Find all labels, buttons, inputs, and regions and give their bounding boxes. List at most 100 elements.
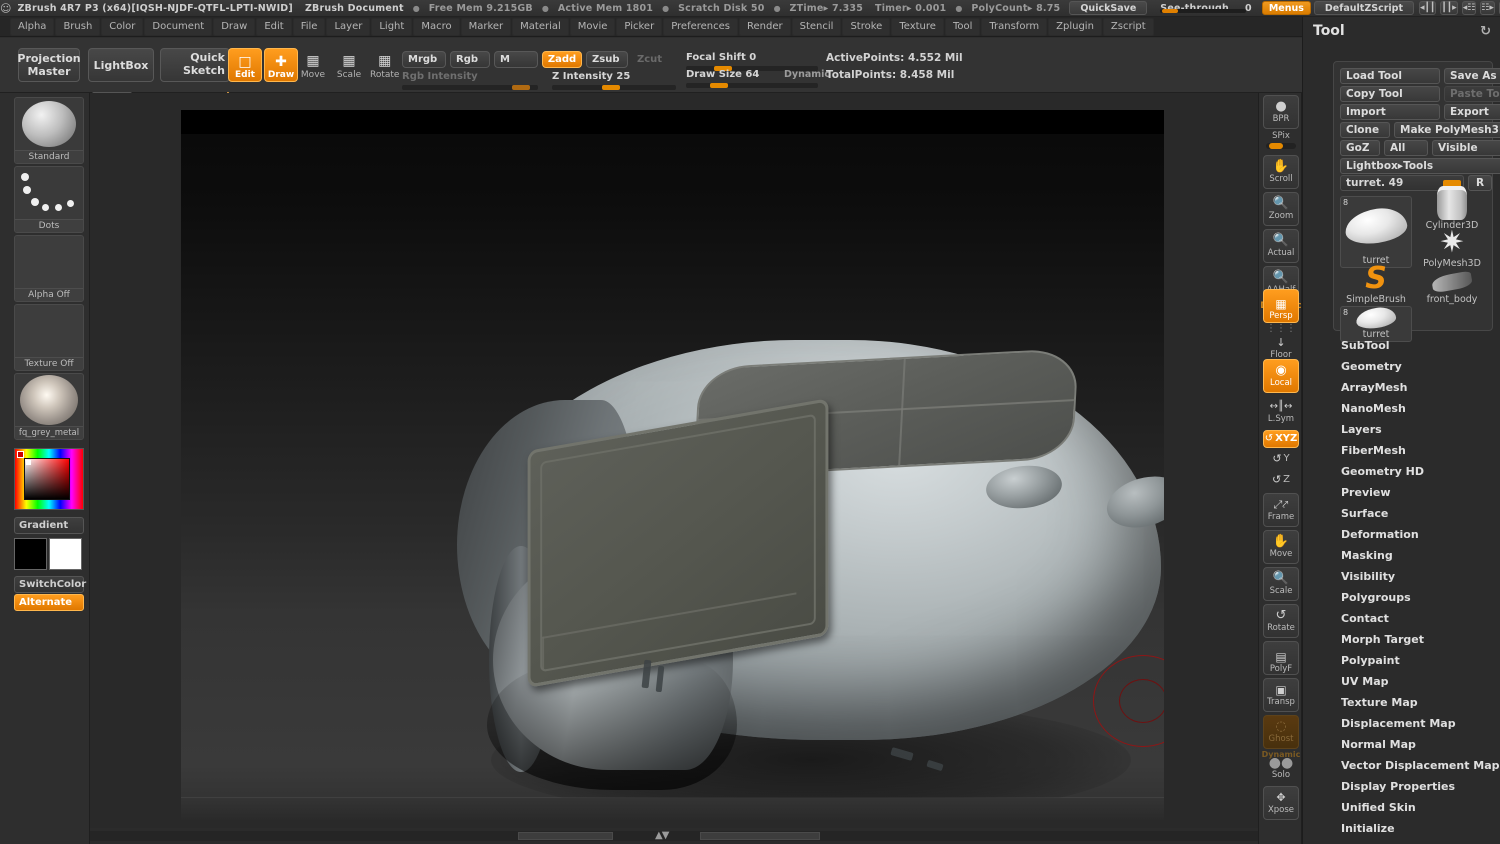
draw-size-slider[interactable]: Draw Size 64	[686, 69, 759, 80]
menu-zscript[interactable]: Zscript	[1102, 17, 1154, 36]
current-alpha-swatch[interactable]: Alpha Off	[14, 235, 84, 302]
move-mode-button[interactable]: ▦ Move	[300, 50, 326, 80]
local-symmetry-button[interactable]: ↔║↔ L.Sym	[1263, 398, 1299, 426]
rgb-button[interactable]: Rgb	[450, 51, 490, 68]
rgb-intensity-slider[interactable]: Rgb Intensity	[402, 71, 478, 82]
subpalette-nanomesh[interactable]: NanoMesh	[1303, 398, 1500, 419]
m-button[interactable]: M	[494, 51, 538, 68]
subpalette-displacement-map[interactable]: Displacement Map	[1303, 713, 1500, 734]
rgb-intensity-thumb[interactable]	[512, 85, 530, 90]
color-picker-hue-marker[interactable]	[17, 451, 24, 458]
rgb-intensity-track[interactable]	[402, 85, 538, 90]
tray-left-icon[interactable]: ◂☷	[1461, 1, 1477, 15]
see-through-thumb[interactable]	[1162, 9, 1178, 13]
subpalette-visibility[interactable]: Visibility	[1303, 566, 1500, 587]
save-as-button[interactable]: Save As	[1444, 68, 1500, 84]
copy-tool-button[interactable]: Copy Tool	[1340, 86, 1440, 102]
menu-brush[interactable]: Brush	[55, 17, 101, 36]
menu-movie[interactable]: Movie	[569, 17, 616, 36]
menu-color[interactable]: Color	[101, 17, 144, 36]
menu-material[interactable]: Material	[512, 17, 569, 36]
load-tool-button[interactable]: Load Tool	[1340, 68, 1440, 84]
clone-button[interactable]: Clone	[1340, 122, 1390, 138]
local-button[interactable]: ◉ Local	[1263, 359, 1299, 393]
quick-sketch-button[interactable]: Quick Sketch	[160, 48, 230, 82]
menu-texture[interactable]: Texture	[891, 17, 944, 36]
menu-file[interactable]: File	[292, 17, 326, 36]
transparency-button[interactable]: ▣ Transp	[1263, 678, 1299, 712]
subpalette-geometry[interactable]: Geometry	[1303, 356, 1500, 377]
paste-tool-button[interactable]: Paste Tool	[1444, 86, 1500, 102]
color-picker[interactable]	[14, 448, 84, 510]
menu-draw[interactable]: Draw	[213, 17, 256, 36]
menu-light[interactable]: Light	[371, 17, 413, 36]
tool-thumb-turret-large[interactable]: 8 turret	[1340, 196, 1412, 268]
rotate-mode-button[interactable]: ▦ Rotate	[370, 50, 399, 80]
tool-r-button[interactable]: R	[1468, 175, 1492, 191]
zsub-button[interactable]: Zsub	[586, 51, 628, 68]
subpalette-subtool[interactable]: SubTool	[1303, 335, 1500, 356]
subpalette-fibermesh[interactable]: FiberMesh	[1303, 440, 1500, 461]
subpalette-texture-map[interactable]: Texture Map	[1303, 692, 1500, 713]
menu-render[interactable]: Render	[739, 17, 791, 36]
subpalette-surface[interactable]: Surface	[1303, 503, 1500, 524]
import-button[interactable]: Import	[1340, 104, 1440, 120]
subpalette-normal-map[interactable]: Normal Map	[1303, 734, 1500, 755]
menu-layer[interactable]: Layer	[326, 17, 371, 36]
main-color-swatch[interactable]	[14, 538, 47, 570]
menus-toggle-button[interactable]: Menus	[1261, 1, 1311, 15]
lightbox-tools-button[interactable]: Lightbox▸Tools	[1340, 158, 1500, 174]
subpalette-polygroups[interactable]: Polygroups	[1303, 587, 1500, 608]
menu-transform[interactable]: Transform	[981, 17, 1048, 36]
z-intensity-thumb[interactable]	[602, 85, 620, 90]
scroll-right-icon[interactable]: ┃┃▸	[1440, 1, 1458, 15]
menu-tool[interactable]: Tool	[944, 17, 981, 36]
canvas-area[interactable]	[90, 93, 1258, 844]
menu-edit[interactable]: Edit	[256, 17, 292, 36]
xyz-button[interactable]: ↺ XYZ	[1263, 430, 1299, 448]
menu-marker[interactable]: Marker	[460, 17, 512, 36]
menu-stroke[interactable]: Stroke	[842, 17, 891, 36]
z-intensity-slider[interactable]: Z Intensity 25	[552, 71, 630, 82]
tool-thumb-simplebrush[interactable]: S SimpleBrush	[1340, 264, 1412, 306]
alternate-button[interactable]: Alternate	[14, 594, 84, 611]
subpalette-layers[interactable]: Layers	[1303, 419, 1500, 440]
draw-size-track[interactable]	[686, 83, 818, 88]
menu-macro[interactable]: Macro	[413, 17, 460, 36]
zcut-button[interactable]: Zcut	[632, 51, 674, 68]
sculpted-model-turret[interactable]	[371, 230, 1164, 820]
visible-button[interactable]: Visible	[1432, 140, 1500, 156]
persp-button[interactable]: ▦ Persp	[1263, 289, 1299, 323]
scrollbar-arrows-icon[interactable]: ▲▼	[655, 830, 669, 841]
actual-size-button[interactable]: 🔍 Actual	[1263, 229, 1299, 263]
subpalette-import[interactable]: Import	[1303, 839, 1500, 844]
bpr-render-button[interactable]: ● BPR	[1263, 95, 1299, 129]
subpalette-contact[interactable]: Contact	[1303, 608, 1500, 629]
subpalette-morph-target[interactable]: Morph Target	[1303, 629, 1500, 650]
tool-thumb-front-body[interactable]: front_body	[1416, 270, 1488, 306]
current-stroke-swatch[interactable]: Dots	[14, 166, 84, 233]
ghost-button[interactable]: ◌ Ghost	[1263, 715, 1299, 749]
scrollbar-thumb-right[interactable]	[700, 832, 820, 840]
projection-master-button[interactable]: Projection Master	[17, 48, 81, 82]
menu-document[interactable]: Document	[144, 17, 213, 36]
make-polymesh3d-button[interactable]: Make PolyMesh3D	[1394, 122, 1500, 138]
subpalette-masking[interactable]: Masking	[1303, 545, 1500, 566]
quicksave-button[interactable]: QuickSave	[1069, 1, 1148, 15]
scale-mode-button[interactable]: ▦ Scale	[336, 50, 362, 80]
draw-mode-button[interactable]: ✚ Draw	[264, 48, 298, 82]
menu-picker[interactable]: Picker	[616, 17, 663, 36]
edit-mode-button[interactable]: □ Edit	[228, 48, 262, 82]
subpalette-deformation[interactable]: Deformation	[1303, 524, 1500, 545]
draw-size-thumb[interactable]	[710, 83, 728, 88]
gizmo-move-button[interactable]: ✋ Move	[1263, 530, 1299, 564]
y-axis-button[interactable]: ↺ Y	[1263, 450, 1299, 468]
subpalette-display-properties[interactable]: Display Properties	[1303, 776, 1500, 797]
scroll-button[interactable]: ✋ Scroll	[1263, 155, 1299, 189]
lightbox-button[interactable]: LightBox	[88, 48, 154, 82]
all-button[interactable]: All	[1384, 140, 1428, 156]
current-texture-swatch[interactable]: Texture Off	[14, 304, 84, 371]
menu-preferences[interactable]: Preferences	[663, 17, 739, 36]
tray-right-icon[interactable]: ☷▸	[1480, 1, 1495, 15]
scrollbar-track[interactable]	[90, 831, 1258, 841]
